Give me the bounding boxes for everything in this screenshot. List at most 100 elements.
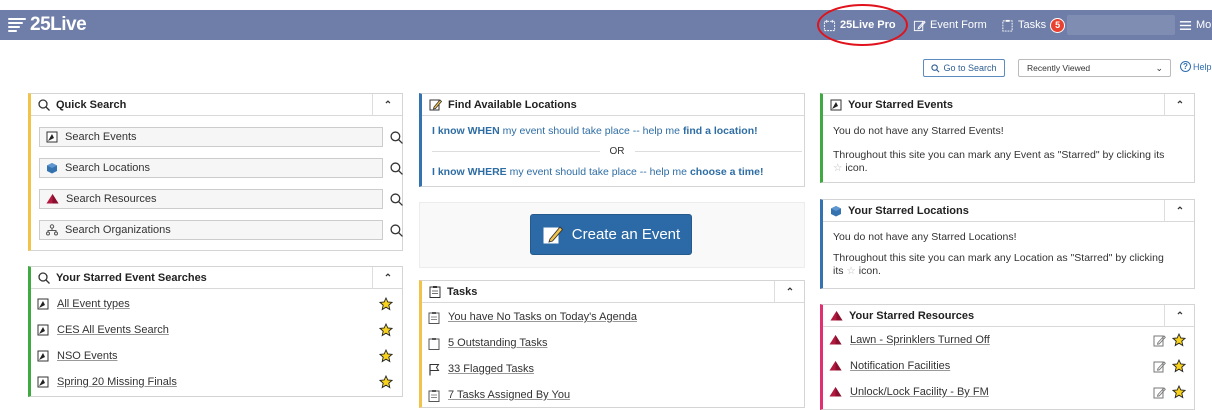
starred-resources-title: Your Starred Resources <box>849 309 975 322</box>
list-item[interactable]: Lawn - Sprinklers Turned Off <box>829 331 990 349</box>
tasks-title: Tasks <box>447 285 478 298</box>
or-divider: OR <box>432 145 802 157</box>
assigned-clipboard-icon <box>428 389 440 402</box>
star-icon[interactable] <box>1172 333 1186 347</box>
create-event-button[interactable]: Create an Event <box>530 214 692 255</box>
help-link[interactable]: ? Help <box>1180 61 1212 72</box>
flag-icon <box>429 363 440 375</box>
star-icon[interactable] <box>379 297 393 311</box>
resource-icon <box>829 387 842 397</box>
starred-locations-hint-tail: icon. <box>858 265 881 277</box>
list-item[interactable]: CES All Events Search <box>37 321 169 339</box>
nav-event-form[interactable]: Event Form <box>913 17 987 33</box>
starred-events-hint-tail: icon. <box>845 162 868 174</box>
know-where-prefix: I know WHERE <box>432 166 507 178</box>
collapse-chevron-up-icon[interactable]: ⌃ <box>379 270 397 286</box>
recently-viewed-value: Recently Viewed <box>1027 63 1091 73</box>
starred-resource-link[interactable]: Unlock/Lock Facility - By FM <box>850 386 989 398</box>
starred-events-header: Your Starred Events ⌃ <box>823 94 1194 116</box>
list-item[interactable]: 7 Tasks Assigned By You <box>428 386 570 404</box>
search-icon <box>389 223 403 237</box>
star-icon[interactable] <box>1172 359 1186 373</box>
starred-locations-hint-pre: its <box>833 265 844 277</box>
star-icon[interactable] <box>379 375 393 389</box>
help-icon: ? <box>1180 61 1191 72</box>
list-item[interactable]: Spring 20 Missing Finals <box>37 373 177 391</box>
nav-more-label: More <box>1196 19 1212 31</box>
star-icon[interactable] <box>379 323 393 337</box>
search-locations-label: Search Locations <box>65 162 150 174</box>
know-where-link[interactable]: I know WHERE my event should take place … <box>432 166 763 178</box>
collapse-chevron-up-icon[interactable]: ⌃ <box>1171 308 1189 324</box>
nav-tasks[interactable]: Tasks 5 <box>1001 17 1066 33</box>
edit-pencil-icon <box>543 225 563 243</box>
task-link[interactable]: You have No Tasks on Today's Agenda <box>448 311 637 323</box>
recently-viewed-select[interactable]: Recently Viewed ⌄ <box>1018 59 1171 77</box>
search-resources-label: Search Resources <box>66 193 157 205</box>
task-link[interactable]: 33 Flagged Tasks <box>448 363 534 375</box>
resource-icon <box>829 335 842 345</box>
chevron-down-icon: ⌄ <box>1155 63 1163 73</box>
location-cube-icon <box>831 205 841 216</box>
nav-more[interactable]: More <box>1179 17 1212 33</box>
event-icon <box>37 298 49 310</box>
search-events-field[interactable]: Search Events <box>39 127 383 147</box>
search-locations-field[interactable]: Search Locations <box>39 158 383 178</box>
search-organizations-field[interactable]: Search Organizations <box>39 220 383 240</box>
edit-icon[interactable] <box>1153 386 1166 399</box>
go-to-search-label: Go to Search <box>943 63 997 73</box>
collapse-chevron-up-icon[interactable]: ⌃ <box>379 97 397 113</box>
star-icon[interactable] <box>379 349 393 363</box>
nav-tasks-label: Tasks <box>1018 19 1047 31</box>
collapse-chevron-up-icon[interactable]: ⌃ <box>1171 97 1189 113</box>
app-logo[interactable]: 25Live <box>8 14 87 36</box>
starred-locations-hint-text: Throughout this site you can mark any Lo… <box>833 252 1164 264</box>
starred-locations-panel: Your Starred Locations ⌃ You do not have… <box>820 199 1195 289</box>
event-icon <box>37 350 49 362</box>
list-item[interactable]: 33 Flagged Tasks <box>428 360 534 378</box>
go-to-search-button[interactable]: Go to Search <box>923 59 1005 77</box>
starred-events-hint-text: Throughout this site you can mark any Ev… <box>833 149 1165 161</box>
starred-locations-empty-message: You do not have any Starred Locations! <box>833 231 1017 243</box>
search-events-button[interactable] <box>385 127 407 147</box>
choose-time-action: choose a time! <box>689 166 764 178</box>
list-item[interactable]: You have No Tasks on Today's Agenda <box>428 308 637 326</box>
tasks-header: Tasks ⌃ <box>422 281 804 303</box>
search-resources-button[interactable] <box>385 189 407 209</box>
nav-25live-pro[interactable]: 25Live Pro <box>823 17 896 33</box>
starred-search-link[interactable]: NSO Events <box>57 350 118 362</box>
starred-resource-link[interactable]: Lawn - Sprinklers Turned Off <box>850 334 990 346</box>
know-when-link[interactable]: I know WHEN my event should take place -… <box>432 125 758 137</box>
search-resources-field[interactable]: Search Resources <box>39 189 383 209</box>
collapse-chevron-up-icon[interactable]: ⌃ <box>781 284 799 300</box>
task-link[interactable]: 5 Outstanding Tasks <box>448 337 547 349</box>
starred-search-link[interactable]: Spring 20 Missing Finals <box>57 376 177 388</box>
know-when-prefix: I know WHEN <box>432 125 500 137</box>
search-organizations-button[interactable] <box>385 220 407 240</box>
list-item[interactable]: NSO Events <box>37 347 118 365</box>
list-item[interactable]: Notification Facilities <box>829 357 950 375</box>
starred-resource-link[interactable]: Notification Facilities <box>850 360 950 372</box>
starred-search-link[interactable]: CES All Events Search <box>57 324 169 336</box>
starred-search-link[interactable]: All Event types <box>57 298 130 310</box>
star-outline-icon: ☆ <box>833 162 843 174</box>
find-location-action: find a location! <box>682 125 758 137</box>
list-item[interactable]: Unlock/Lock Facility - By FM <box>829 383 989 401</box>
user-account-area[interactable] <box>1067 15 1175 35</box>
list-item[interactable]: 5 Outstanding Tasks <box>428 334 547 352</box>
task-link[interactable]: 7 Tasks Assigned By You <box>448 389 570 401</box>
starred-locations-title: Your Starred Locations <box>848 204 969 217</box>
logo-text: 25Live <box>30 14 87 35</box>
top-navigation-bar: 25Live 25Live Pro Event Form Tasks 5 Mor… <box>0 10 1212 40</box>
clipboard-icon <box>429 286 441 298</box>
edit-icon[interactable] <box>1153 360 1166 373</box>
edit-icon[interactable] <box>1153 334 1166 347</box>
collapse-chevron-up-icon[interactable]: ⌃ <box>1171 203 1189 219</box>
search-locations-button[interactable] <box>385 158 407 178</box>
list-item[interactable]: All Event types <box>37 295 130 313</box>
star-outline-icon: ☆ <box>846 265 856 277</box>
tasks-count-badge: 5 <box>1050 17 1066 33</box>
star-icon[interactable] <box>1172 385 1186 399</box>
starred-locations-hint: Throughout this site you can mark any Lo… <box>833 252 1188 278</box>
search-icon <box>38 271 50 284</box>
